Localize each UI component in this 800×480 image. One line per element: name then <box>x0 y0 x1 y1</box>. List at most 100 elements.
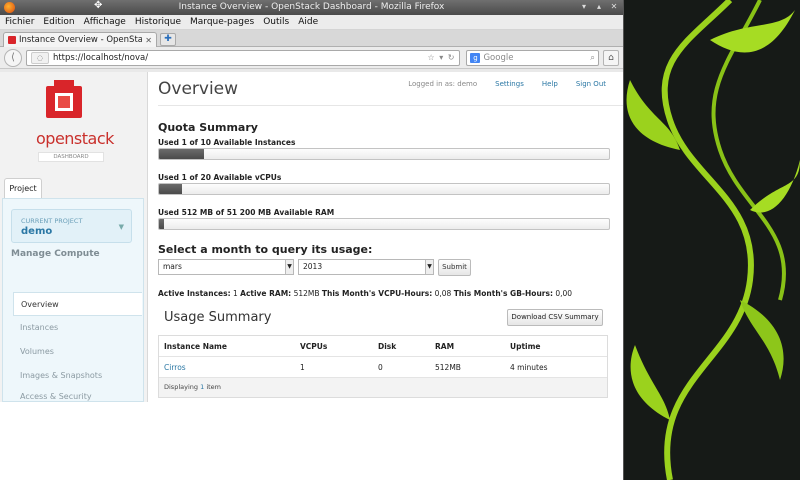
site-identity-icon[interactable]: ◌ <box>30 51 49 64</box>
quota-vcpus-fill <box>159 184 182 194</box>
usage-summary-heading: Usage Summary <box>164 310 272 325</box>
back-button[interactable]: ⟨ <box>4 48 22 67</box>
active-instances-label: Active Instances: <box>158 289 231 298</box>
web-page: openstack DASHBOARD Project CURRENT PROJ… <box>0 72 623 480</box>
quota-vcpus-bar <box>158 183 610 195</box>
menu-outils[interactable]: Outils <box>263 17 289 27</box>
mouse-cursor-icon: ✥ <box>94 0 103 11</box>
month-select-value: mars <box>163 262 182 271</box>
menu-aide[interactable]: Aide <box>298 17 318 27</box>
table-row: Cirros 1 0 512MB 4 minutes <box>159 357 607 378</box>
menu-bar: Fichier Edition Affichage Historique Mar… <box>0 15 623 30</box>
quota-summary-heading: Quota Summary <box>158 121 258 134</box>
table-footer: Displaying 1 item <box>159 378 607 397</box>
year-dropdown-arrow-icon[interactable]: ▼ <box>425 260 433 274</box>
current-project-name: demo <box>21 226 53 237</box>
tab-project[interactable]: Project <box>4 178 42 198</box>
gb-hours-label: This Month's GB-Hours: <box>453 289 553 298</box>
search-bar[interactable]: g Google ⌕ <box>466 49 600 66</box>
tab-instance-overview[interactable]: Instance Overview - OpenStack... ✕ <box>3 32 157 47</box>
download-csv-button[interactable]: Download CSV Summary <box>507 309 603 326</box>
menu-marque-pages[interactable]: Marque-pages <box>190 17 254 27</box>
url-bar[interactable]: ◌ https://localhost/nova/ ☆ ▾ ↻ <box>25 49 461 66</box>
instance-uptime: 4 minutes <box>510 362 548 372</box>
menu-fichier[interactable]: Fichier <box>5 17 34 27</box>
month-query-heading: Select a month to query its usage: <box>158 243 373 256</box>
tab-title: Instance Overview - OpenStack... <box>19 35 142 45</box>
navigation-bar: ⟨ ◌ https://localhost/nova/ ☆ ▾ ↻ g Goog… <box>0 47 623 69</box>
close-window-button[interactable]: ✕ <box>609 2 619 12</box>
column-ram[interactable]: RAM <box>435 342 510 351</box>
search-input[interactable]: Google <box>483 53 587 63</box>
brand-subtitle: DASHBOARD <box>38 152 104 162</box>
sign-out-link[interactable]: Sign Out <box>576 80 606 88</box>
main-content: Overview Logged in as: demo Settings Hel… <box>158 72 623 480</box>
month-select[interactable]: mars ▼ <box>158 259 294 275</box>
maximize-button[interactable]: ▴ <box>594 2 604 12</box>
home-button[interactable]: ⌂ <box>603 49 619 66</box>
sidebar: openstack DASHBOARD Project CURRENT PROJ… <box>0 72 148 402</box>
sidebar-item-images-snapshots[interactable]: Images & Snapshots <box>13 364 142 388</box>
settings-link[interactable]: Settings <box>495 80 524 88</box>
minimize-button[interactable]: ▾ <box>579 2 589 12</box>
manage-compute-heading: Manage Compute <box>11 249 100 259</box>
vcpu-hours-value: 0,08 <box>434 289 452 298</box>
submit-button[interactable]: Submit <box>438 259 471 276</box>
menu-edition[interactable]: Edition <box>43 17 74 27</box>
menu-affichage[interactable]: Affichage <box>84 17 126 27</box>
instance-vcpus: 1 <box>300 362 305 372</box>
new-tab-button[interactable]: ✚ <box>160 33 176 46</box>
instance-ram: 512MB <box>435 362 461 372</box>
project-switcher[interactable]: CURRENT PROJECT demo ▼ <box>11 209 132 243</box>
openstack-logo-icon <box>46 80 82 118</box>
sidebar-item-access-security[interactable]: Access & Security <box>13 390 142 404</box>
quota-ram-fill <box>159 219 164 229</box>
user-links: Logged in as: demo Settings Help Sign Ou… <box>408 80 606 88</box>
quota-instances-bar <box>158 148 610 160</box>
firefox-window: Instance Overview - OpenStack Dashboard … <box>0 0 624 480</box>
sidebar-item-overview[interactable]: Overview <box>13 292 142 316</box>
column-instance-name[interactable]: Instance Name <box>159 342 300 351</box>
logged-in-text: Logged in as: demo <box>408 80 478 88</box>
column-uptime[interactable]: Uptime <box>510 342 607 351</box>
openstack-favicon-icon <box>8 36 16 44</box>
quota-ram-label: Used 512 MB of 51 200 MB Available RAM <box>158 208 335 217</box>
column-vcpus[interactable]: VCPUs <box>300 342 378 351</box>
close-tab-icon[interactable]: ✕ <box>145 36 152 45</box>
title-divider <box>158 105 623 106</box>
vcpu-hours-label: This Month's VCPU-Hours: <box>321 289 433 298</box>
search-icon[interactable]: ⌕ <box>590 53 595 63</box>
current-project-caption: CURRENT PROJECT <box>21 217 83 225</box>
usage-stats-line: Active Instances: 1 Active RAM: 512MB Th… <box>158 289 572 298</box>
quota-ram-bar <box>158 218 610 230</box>
help-link[interactable]: Help <box>542 80 558 88</box>
firefox-icon <box>4 2 15 13</box>
year-select[interactable]: 2013 ▼ <box>298 259 434 275</box>
window-title: Instance Overview - OpenStack Dashboard … <box>178 2 445 12</box>
footer-prefix: Displaying <box>164 383 199 391</box>
instance-disk: 0 <box>378 362 383 372</box>
active-ram-label: Active RAM: <box>240 289 292 298</box>
quota-instances-fill <box>159 149 204 159</box>
sidebar-item-volumes[interactable]: Volumes <box>13 340 142 364</box>
openstack-logo[interactable]: openstack DASHBOARD <box>36 80 114 162</box>
tab-bar: Instance Overview - OpenStack... ✕ ✚ <box>0 30 623 47</box>
instance-name-link[interactable]: Cirros <box>159 363 300 372</box>
sidebar-item-instances[interactable]: Instances <box>13 316 142 340</box>
url-controls-icon[interactable]: ☆ ▾ ↻ <box>427 53 455 62</box>
footer-count: 1 <box>200 383 205 391</box>
table-header: Instance Name VCPUs Disk RAM Uptime <box>159 336 607 357</box>
google-engine-icon[interactable]: g <box>470 52 481 63</box>
page-title: Overview <box>158 79 239 99</box>
quota-vcpus-label: Used 1 of 20 Available vCPUs <box>158 173 282 182</box>
column-disk[interactable]: Disk <box>378 342 435 351</box>
menu-historique[interactable]: Historique <box>135 17 181 27</box>
quota-instances-label: Used 1 of 10 Available Instances <box>158 138 296 147</box>
footer-suffix: item <box>206 383 221 391</box>
gb-hours-value: 0,00 <box>555 289 573 298</box>
brand-wordmark: openstack <box>36 129 114 148</box>
url-text[interactable]: https://localhost/nova/ <box>53 53 424 63</box>
active-ram-value: 512MB <box>293 289 320 298</box>
year-select-value: 2013 <box>303 262 323 271</box>
month-dropdown-arrow-icon[interactable]: ▼ <box>285 260 293 274</box>
